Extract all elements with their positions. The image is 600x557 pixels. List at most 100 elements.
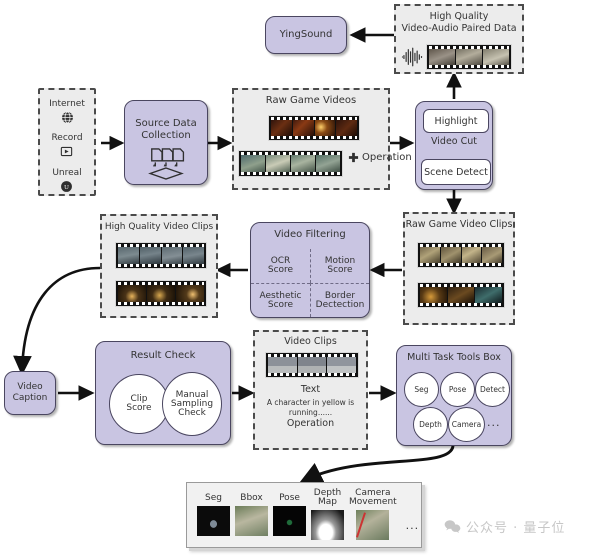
operation-label: Operation bbox=[362, 152, 412, 163]
tool-circle-pose[interactable]: Pose bbox=[440, 372, 475, 407]
source-item-label: Internet bbox=[49, 98, 85, 109]
tool-circle-camera[interactable]: Camera bbox=[448, 407, 485, 442]
video-clips-caption-line2: running...... bbox=[288, 408, 333, 417]
output-label-line2: Map bbox=[318, 497, 337, 507]
output-column-seg: Seg bbox=[197, 489, 230, 540]
outputs-panel: Seg Bbox Pose Depth Map Camera Movement … bbox=[186, 482, 422, 548]
paired-data-line1: High Quality bbox=[429, 11, 489, 22]
tool-label: Pose bbox=[448, 385, 467, 394]
raw-game-videos-filmstrip-2 bbox=[238, 150, 343, 177]
filter-cell-aesthetic[interactable]: Aesthetic Score bbox=[251, 283, 310, 317]
svg-text:U: U bbox=[64, 184, 69, 191]
source-item-record[interactable]: Record bbox=[51, 133, 83, 158]
manual-check-line3: Check bbox=[178, 407, 206, 418]
scene-detect-label: Scene Detect bbox=[424, 166, 488, 178]
yingsound-node[interactable]: YingSound bbox=[265, 16, 347, 54]
source-data-collection-node[interactable]: Source Data Collection bbox=[124, 100, 208, 185]
output-label-line1: Bbox bbox=[240, 492, 263, 503]
outputs-ellipsis: ... bbox=[405, 519, 420, 532]
filter-cell-line2: Dectection bbox=[315, 299, 365, 310]
filter-cell-ocr[interactable]: OCR Score bbox=[251, 249, 310, 283]
tool-label: Seg bbox=[414, 385, 429, 394]
source-item-internet[interactable]: Internet bbox=[49, 99, 85, 124]
output-label-line1: Seg bbox=[205, 492, 222, 503]
output-thumb-camera bbox=[356, 510, 390, 540]
clip-score-circle[interactable]: Clip Score bbox=[109, 374, 169, 434]
source-item-label: Record bbox=[51, 133, 83, 144]
source-item-unreal[interactable]: Unreal U bbox=[52, 168, 82, 193]
video-clips-container: Video Clips Text A character in yellow i… bbox=[253, 330, 368, 450]
video-cut-title: Video Cut bbox=[430, 136, 477, 147]
filter-cell-line2: Score bbox=[267, 265, 294, 275]
tool-circle-seg[interactable]: Seg bbox=[404, 372, 439, 407]
video-clips-caption-line1: A character in yellow is bbox=[266, 398, 355, 407]
output-label-line1: Pose bbox=[279, 492, 300, 503]
video-clips-operation-label: Operation bbox=[286, 418, 335, 429]
filter-cell-motion[interactable]: Motion Score bbox=[310, 249, 369, 283]
clip-score-line2: Score bbox=[126, 403, 152, 413]
result-check-title: Result Check bbox=[130, 350, 196, 361]
screen-record-icon bbox=[61, 147, 73, 157]
raw-clips-filmstrip-1 bbox=[417, 242, 505, 268]
raw-game-videos-filmstrip-1 bbox=[268, 115, 360, 141]
output-column-pose: Pose bbox=[273, 489, 306, 540]
audio-waveform-icon bbox=[401, 47, 423, 67]
video-cut-node[interactable]: Highlight Video Cut Scene Detect bbox=[415, 101, 493, 190]
raw-game-videos-title: Raw Game Videos bbox=[265, 95, 357, 106]
globe-icon bbox=[61, 111, 73, 124]
output-column-depth-map: Depth Map bbox=[311, 489, 344, 540]
tool-label: Camera bbox=[451, 420, 482, 429]
output-thumb-pose bbox=[273, 505, 306, 536]
video-clips-title: Video Clips bbox=[284, 336, 337, 347]
video-caption-line1: Video bbox=[17, 382, 43, 392]
yingsound-label: YingSound bbox=[279, 29, 333, 40]
tool-circle-depth[interactable]: Depth bbox=[413, 407, 448, 442]
raw-game-video-clips-container: Raw Game Video Clips bbox=[403, 212, 515, 325]
arrow-toolsbox-to-outputs bbox=[299, 445, 455, 483]
raw-game-video-clips-title: Raw Game Video Clips bbox=[405, 219, 513, 230]
hq-clips-filmstrip-1 bbox=[115, 242, 207, 269]
tool-circle-detect[interactable]: Detect bbox=[475, 372, 510, 407]
tools-box-title: Multi Task Tools Box bbox=[407, 352, 501, 363]
scene-detect-button[interactable]: Scene Detect bbox=[421, 159, 491, 185]
source-item-label: Unreal bbox=[52, 168, 82, 179]
filter-cell-line2: Score bbox=[267, 299, 294, 310]
watermark-text: 公众号 · 量子位 bbox=[466, 521, 566, 536]
manual-sampling-check-circle[interactable]: Manual Sampling Check bbox=[162, 372, 222, 436]
filter-cell-line2: Score bbox=[327, 265, 353, 275]
high-quality-video-clips-container: High Quality Video Clips bbox=[100, 214, 218, 318]
video-caption-node[interactable]: Video Caption bbox=[4, 371, 56, 415]
highlight-button[interactable]: Highlight bbox=[423, 109, 489, 133]
raw-game-videos-container: Raw Game Videos Operation bbox=[232, 88, 412, 190]
video-filtering-node[interactable]: Video Filtering OCR Score Motion Score A… bbox=[250, 222, 370, 318]
wechat-icon bbox=[444, 520, 461, 534]
output-thumb-depth bbox=[311, 510, 344, 540]
result-check-node[interactable]: Result Check Clip Score Manual Sampling … bbox=[95, 341, 231, 445]
output-column-camera-movement: Camera Movement bbox=[349, 489, 397, 540]
sources-container: Internet Record Unreal U bbox=[38, 88, 96, 196]
raw-clips-filmstrip-2 bbox=[417, 282, 505, 308]
video-filtering-title: Video Filtering bbox=[274, 229, 346, 240]
video-clips-filmstrip bbox=[265, 352, 359, 378]
output-label-line2: Movement bbox=[349, 497, 397, 507]
video-clips-text-label: Text bbox=[300, 384, 321, 395]
high-quality-clips-title: High Quality Video Clips bbox=[104, 222, 214, 232]
tools-box-ellipsis: ... bbox=[487, 416, 501, 429]
highlight-label: Highlight bbox=[434, 115, 478, 127]
raw-game-videos-operation: Operation bbox=[348, 152, 412, 163]
paired-data-filmstrip bbox=[426, 44, 512, 70]
paired-data-line2: Video-Audio Paired Data bbox=[401, 23, 517, 34]
source-data-collection-line1: Source Data bbox=[135, 117, 197, 129]
output-column-bbox: Bbox bbox=[235, 489, 268, 540]
multi-task-tools-box[interactable]: Multi Task Tools Box Seg Pose Detect Dep… bbox=[396, 345, 512, 446]
dpad-cross-icon bbox=[348, 152, 359, 163]
tool-label: Detect bbox=[479, 385, 505, 394]
arrow-hqclips-to-caption bbox=[13, 266, 101, 376]
video-caption-line2: Caption bbox=[12, 393, 48, 403]
unreal-engine-icon: U bbox=[61, 181, 73, 193]
tool-label: Depth bbox=[419, 420, 442, 429]
watermark: 公众号 · 量子位 bbox=[444, 517, 565, 536]
source-data-collection-line2: Collection bbox=[141, 129, 191, 141]
filter-cell-border[interactable]: Border Dectection bbox=[310, 283, 369, 317]
high-quality-paired-data-container: High Quality Video-Audio Paired Data bbox=[394, 4, 524, 74]
